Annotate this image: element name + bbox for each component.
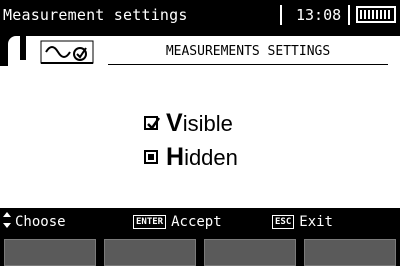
- title-bar: Measurement settings 13:08: [0, 0, 400, 30]
- title-separator: [348, 5, 350, 25]
- option-hidden-label: Hidden: [166, 142, 238, 171]
- battery-full-icon: [356, 6, 396, 23]
- checkbox-unchecked-icon[interactable]: [144, 150, 158, 164]
- up-down-arrows-icon: [3, 212, 11, 232]
- hint-choose-label: Choose: [15, 214, 66, 230]
- checkbox-checked-icon[interactable]: [144, 116, 161, 130]
- hint-accept-label: Accept: [171, 214, 222, 230]
- hint-choose: Choose: [3, 212, 66, 232]
- softkey-4[interactable]: [304, 239, 396, 266]
- esc-key-icon: ESC: [272, 215, 295, 229]
- softkey-1[interactable]: [4, 239, 96, 266]
- enter-key-icon: ENTER: [133, 215, 167, 229]
- tab-measurements-settings[interactable]: MEASUREMENTS SETTINGS: [108, 40, 388, 65]
- option-visible-label: Visible: [166, 108, 233, 137]
- title-separator: [280, 5, 282, 25]
- screen-title: Measurement settings: [3, 6, 188, 24]
- hint-accept: ENTER Accept: [133, 213, 222, 231]
- hint-exit-label: Exit: [299, 214, 333, 230]
- device-screen: Measurement settings 13:08 MEASUREMENTS …: [0, 0, 400, 266]
- waveform-check-icon[interactable]: [40, 40, 94, 64]
- softkey-bar: [0, 236, 400, 266]
- clock: 13:08: [296, 6, 342, 24]
- tab-notch: [20, 30, 26, 60]
- hint-exit: ESC Exit: [272, 213, 333, 231]
- settings-panel: Visible Hidden: [0, 66, 400, 208]
- option-hidden[interactable]: Hidden: [144, 142, 238, 171]
- hint-bar: Choose ENTER Accept ESC Exit: [0, 208, 400, 236]
- option-visible[interactable]: Visible: [144, 108, 233, 137]
- softkey-3[interactable]: [204, 239, 296, 266]
- softkey-2[interactable]: [104, 239, 196, 266]
